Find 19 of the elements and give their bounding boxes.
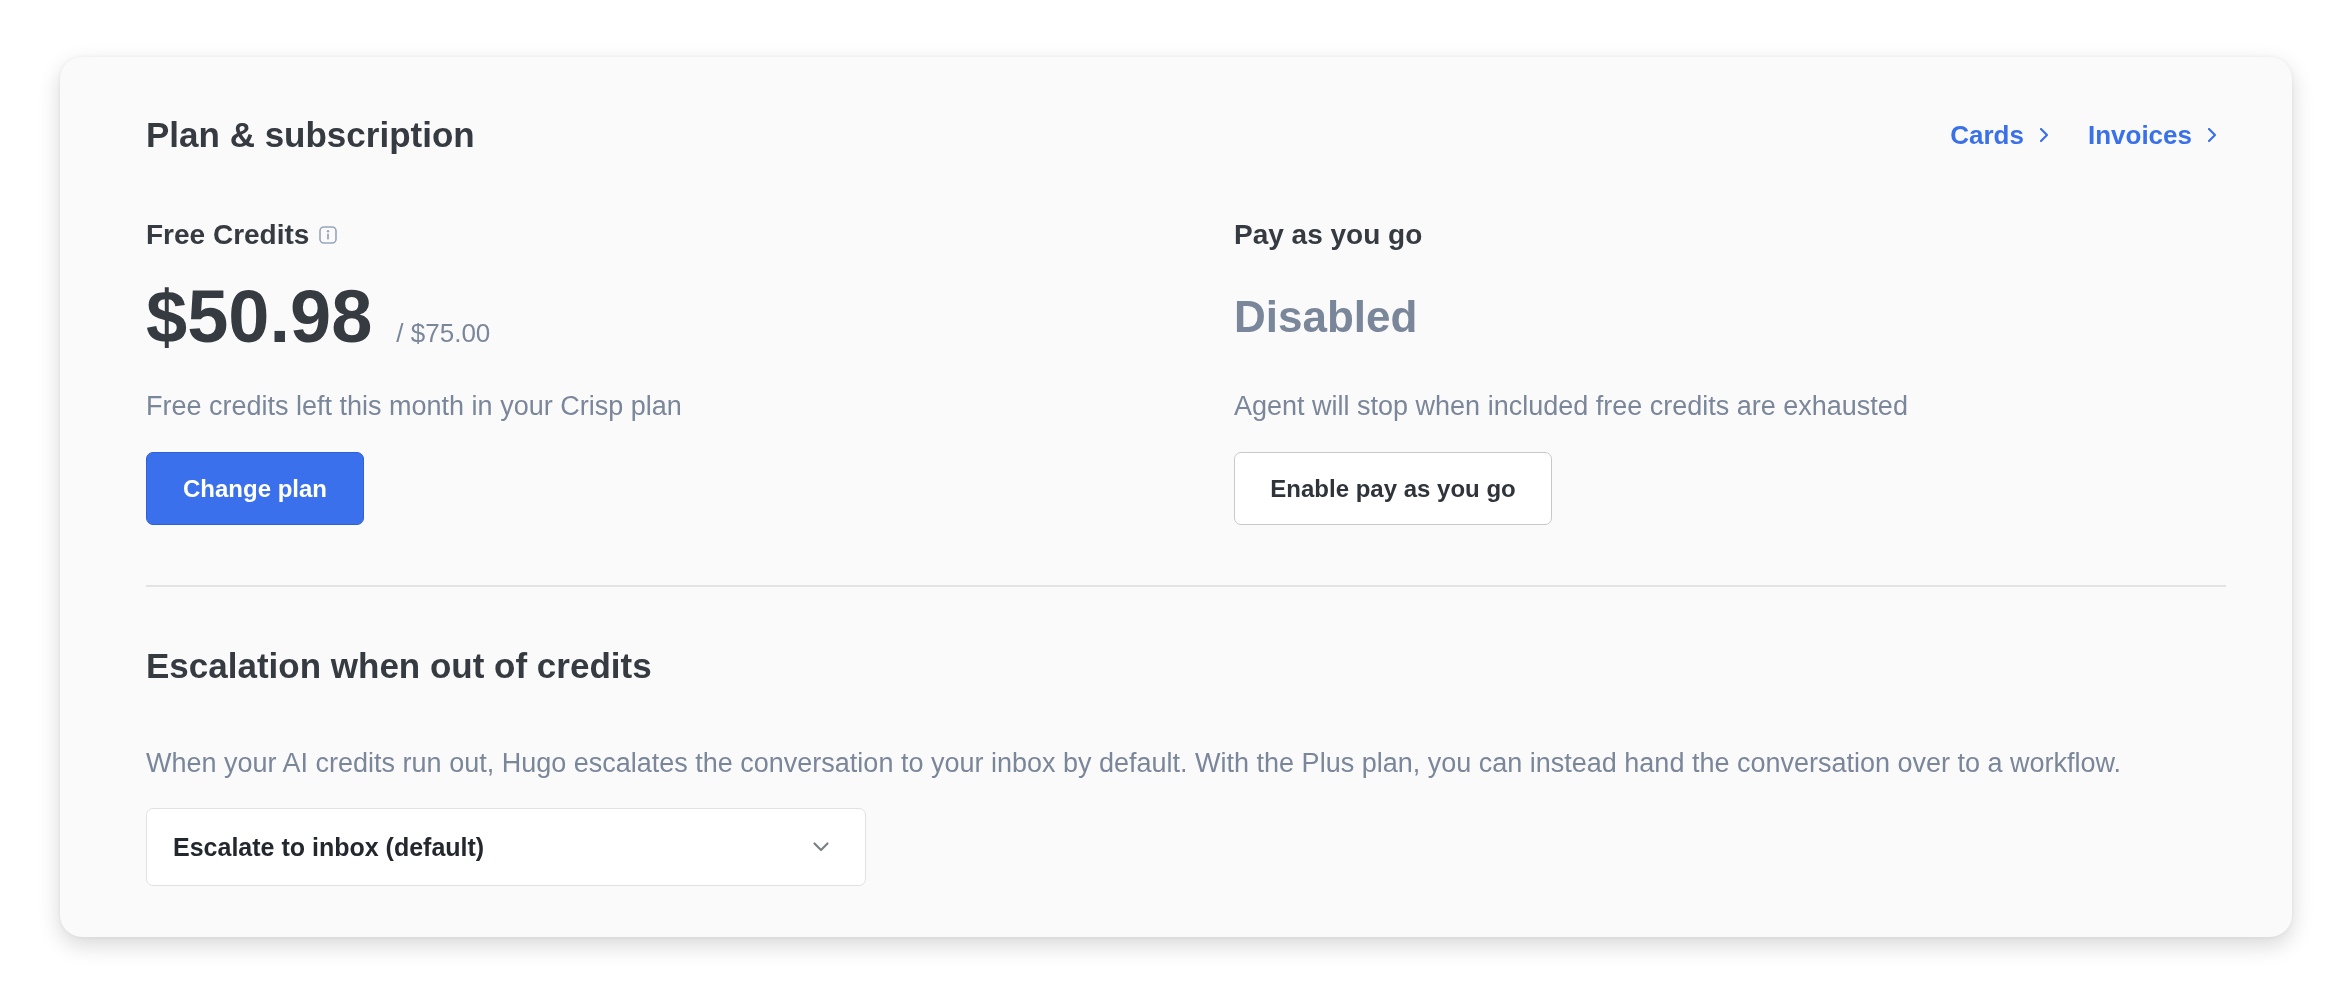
- pay-as-you-go-label: Pay as you go: [1234, 218, 1423, 252]
- chevron-down-icon: [813, 842, 829, 852]
- chevron-right-icon: [2208, 128, 2216, 142]
- pay-as-you-go-description: Agent will stop when included free credits are exhausted: [1234, 390, 1909, 423]
- credits-amount: $50.98: [146, 277, 373, 357]
- escalation-description: When your AI credits run out, Hugo escalates the conversation to your inbox by default. With the Plus plan, you can instead hand the conversation over to a workflow.: [146, 747, 2123, 780]
- enable-pay-as-you-go-button[interactable]: Enable pay as you go: [1234, 452, 1552, 525]
- header-link[interactable]: Invoices: [2087, 118, 2216, 152]
- credits-total: / $75.00: [396, 317, 491, 350]
- section-title: Escalation when out of credits: [146, 645, 653, 687]
- change-plan-button[interactable]: Change plan: [146, 452, 364, 525]
- credits-description: Free credits left this month in your Crisp plan: [146, 390, 683, 423]
- escalation-select[interactable]: Escalate to inbox (default): [146, 808, 866, 886]
- free-credits-label: Free Credits: [146, 218, 310, 252]
- status-text: Disabled: [1234, 291, 1418, 343]
- info-icon: [319, 226, 338, 244]
- chevron-right-icon: [2039, 128, 2048, 142]
- section-title: Plan & subscription: [146, 114, 475, 156]
- header-link[interactable]: Cards: [1950, 118, 2048, 152]
